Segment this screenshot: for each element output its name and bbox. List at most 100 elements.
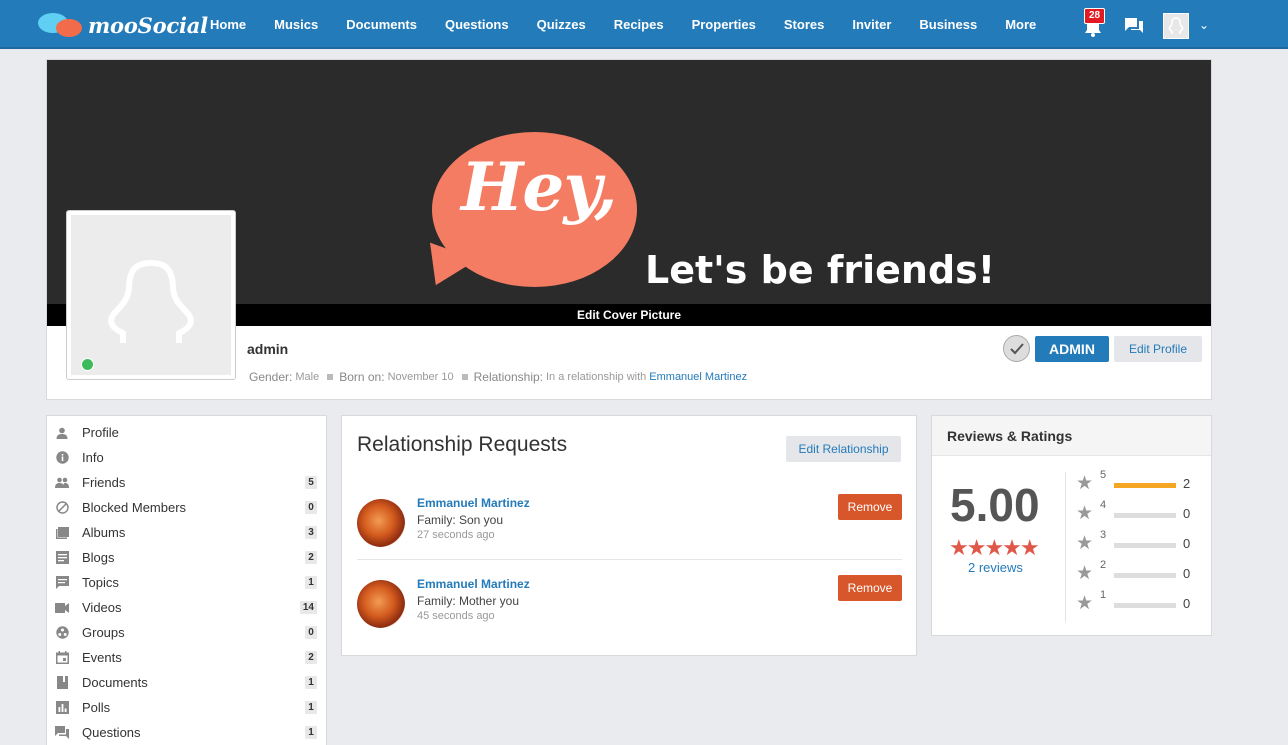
list-item: Emmanuel Martinez Family: Son you 27 sec… bbox=[357, 494, 902, 564]
star-icon: ★ bbox=[1076, 563, 1094, 584]
sidebar-item-albums[interactable]: Albums 3 bbox=[47, 520, 326, 545]
nav-questions[interactable]: Questions bbox=[431, 0, 523, 49]
verified-check-button[interactable] bbox=[1003, 335, 1030, 362]
sidebar-item-label: Topics bbox=[82, 575, 119, 590]
nav-business[interactable]: Business bbox=[905, 0, 991, 49]
sidebar-item-events[interactable]: Events 2 bbox=[47, 645, 326, 670]
rating-bar bbox=[1114, 573, 1176, 578]
profile-sidebar-menu: Profile Info Friends 5 Blocked Members 0 Album… bbox=[46, 415, 327, 745]
rating-row-2: ★ 2 0 bbox=[1076, 559, 1206, 584]
rating-row-3: ★ 3 0 bbox=[1076, 529, 1206, 554]
request-relation: Family: Mother you bbox=[417, 594, 520, 608]
count-badge: 2 bbox=[305, 551, 317, 564]
sidebar-item-label: Events bbox=[82, 650, 122, 665]
count-badge: 1 bbox=[305, 701, 317, 714]
relationship-partner-link[interactable]: Emmanuel Martinez bbox=[649, 371, 747, 383]
nav-more[interactable]: More bbox=[991, 0, 1050, 49]
sidebar-item-blocked-members[interactable]: Blocked Members 0 bbox=[47, 495, 326, 520]
moosocial-logo[interactable]: mooSocial bbox=[38, 10, 208, 40]
nav-stores[interactable]: Stores bbox=[770, 0, 838, 49]
rating-level: 4 bbox=[1100, 499, 1107, 511]
count-badge: 1 bbox=[305, 726, 317, 739]
sidebar-item-label: Friends bbox=[82, 475, 126, 490]
request-time: 27 seconds ago bbox=[417, 529, 495, 541]
rating-count: 0 bbox=[1183, 566, 1191, 581]
sidebar-item-label: Blocked Members bbox=[82, 500, 187, 515]
rating-row-4: ★ 4 0 bbox=[1076, 499, 1206, 524]
sidebar-item-profile[interactable]: Profile bbox=[47, 420, 326, 445]
nav-documents[interactable]: Documents bbox=[332, 0, 431, 49]
user-avatar[interactable] bbox=[1163, 13, 1189, 39]
nav-quizzes[interactable]: Quizzes bbox=[523, 0, 600, 49]
notification-badge: 28 bbox=[1084, 8, 1106, 24]
edit-relationship-button[interactable]: Edit Relationship bbox=[786, 436, 901, 462]
rating-count: 0 bbox=[1183, 536, 1191, 551]
admin-button[interactable]: ADMIN bbox=[1035, 336, 1109, 362]
relationship-value: In a relationship with bbox=[546, 371, 647, 383]
gender-label: Gender: bbox=[249, 370, 293, 384]
rating-row-1: ★ 1 0 bbox=[1076, 589, 1206, 614]
star-icon: ★ bbox=[1076, 593, 1094, 614]
nav-home[interactable]: Home bbox=[196, 0, 260, 49]
rating-count: 2 bbox=[1183, 476, 1191, 491]
count-badge: 0 bbox=[305, 626, 317, 639]
nav-recipes[interactable]: Recipes bbox=[600, 0, 678, 49]
count-badge: 14 bbox=[299, 601, 317, 614]
relationship-title: Relationship Requests bbox=[357, 433, 568, 456]
sidebar-item-questions[interactable]: Questions 1 bbox=[47, 720, 326, 745]
sidebar-item-label: Blogs bbox=[82, 550, 115, 565]
edit-profile-button[interactable]: Edit Profile bbox=[1114, 336, 1202, 362]
reviews-count-link[interactable]: 2 reviews bbox=[968, 560, 1023, 575]
sidebar-item-label: Videos bbox=[82, 600, 122, 615]
profile-header: Hey, Let's be friends! Edit Cover Pictur… bbox=[46, 59, 1212, 400]
divider bbox=[357, 559, 902, 560]
question-icon bbox=[55, 726, 69, 740]
request-time: 45 seconds ago bbox=[417, 610, 495, 622]
count-badge: 1 bbox=[305, 676, 317, 689]
list-item: Emmanuel Martinez Family: Mother you 45 … bbox=[357, 575, 902, 645]
rating-count: 0 bbox=[1183, 506, 1191, 521]
relationship-requests-panel: Relationship Requests Edit Relationship … bbox=[341, 415, 917, 656]
friends-icon bbox=[55, 476, 69, 490]
rating-level: 1 bbox=[1100, 589, 1107, 601]
nav-properties[interactable]: Properties bbox=[678, 0, 770, 49]
sidebar-item-polls[interactable]: Polls 1 bbox=[47, 695, 326, 720]
remove-button[interactable]: Remove bbox=[838, 575, 902, 601]
sidebar-item-label: Albums bbox=[82, 525, 126, 540]
user-silhouette-icon bbox=[108, 260, 194, 343]
chevron-down-icon[interactable]: ⌄ bbox=[1199, 18, 1209, 32]
avatar[interactable] bbox=[357, 580, 405, 628]
user-silhouette-icon bbox=[1168, 17, 1184, 34]
album-icon bbox=[55, 526, 69, 540]
nav-musics[interactable]: Musics bbox=[260, 0, 332, 49]
messages-icon[interactable] bbox=[1124, 17, 1144, 35]
gender-value: Male bbox=[295, 371, 320, 383]
rating-bar-fill bbox=[1114, 483, 1176, 488]
sidebar-item-videos[interactable]: Videos 14 bbox=[47, 595, 326, 620]
block-icon bbox=[55, 501, 69, 515]
info-icon bbox=[55, 451, 69, 465]
count-badge: 2 bbox=[305, 651, 317, 664]
profile-picture[interactable] bbox=[66, 210, 236, 380]
sidebar-item-info[interactable]: Info bbox=[47, 445, 326, 470]
rating-level: 5 bbox=[1100, 469, 1107, 481]
star-icon: ★ bbox=[1076, 503, 1094, 524]
count-badge: 5 bbox=[305, 476, 317, 489]
request-name-link[interactable]: Emmanuel Martinez bbox=[417, 496, 530, 510]
sidebar-item-label: Documents bbox=[82, 675, 148, 690]
rating-score: 5.00 bbox=[950, 479, 1040, 531]
sidebar-item-groups[interactable]: Groups 0 bbox=[47, 620, 326, 645]
sidebar-item-topics[interactable]: Topics 1 bbox=[47, 570, 326, 595]
rating-bar bbox=[1114, 543, 1176, 548]
request-name-link[interactable]: Emmanuel Martinez bbox=[417, 577, 530, 591]
rating-count: 0 bbox=[1183, 596, 1191, 611]
avatar[interactable] bbox=[357, 499, 405, 547]
nav-inviter[interactable]: Inviter bbox=[838, 0, 905, 49]
sidebar-item-blogs[interactable]: Blogs 2 bbox=[47, 545, 326, 570]
sidebar-item-friends[interactable]: Friends 5 bbox=[47, 470, 326, 495]
remove-button[interactable]: Remove bbox=[838, 494, 902, 520]
sidebar-item-documents[interactable]: Documents 1 bbox=[47, 670, 326, 695]
logo-text: mooSocial bbox=[88, 12, 208, 38]
sidebar-item-label: Polls bbox=[82, 700, 111, 715]
rating-bar bbox=[1114, 603, 1176, 608]
